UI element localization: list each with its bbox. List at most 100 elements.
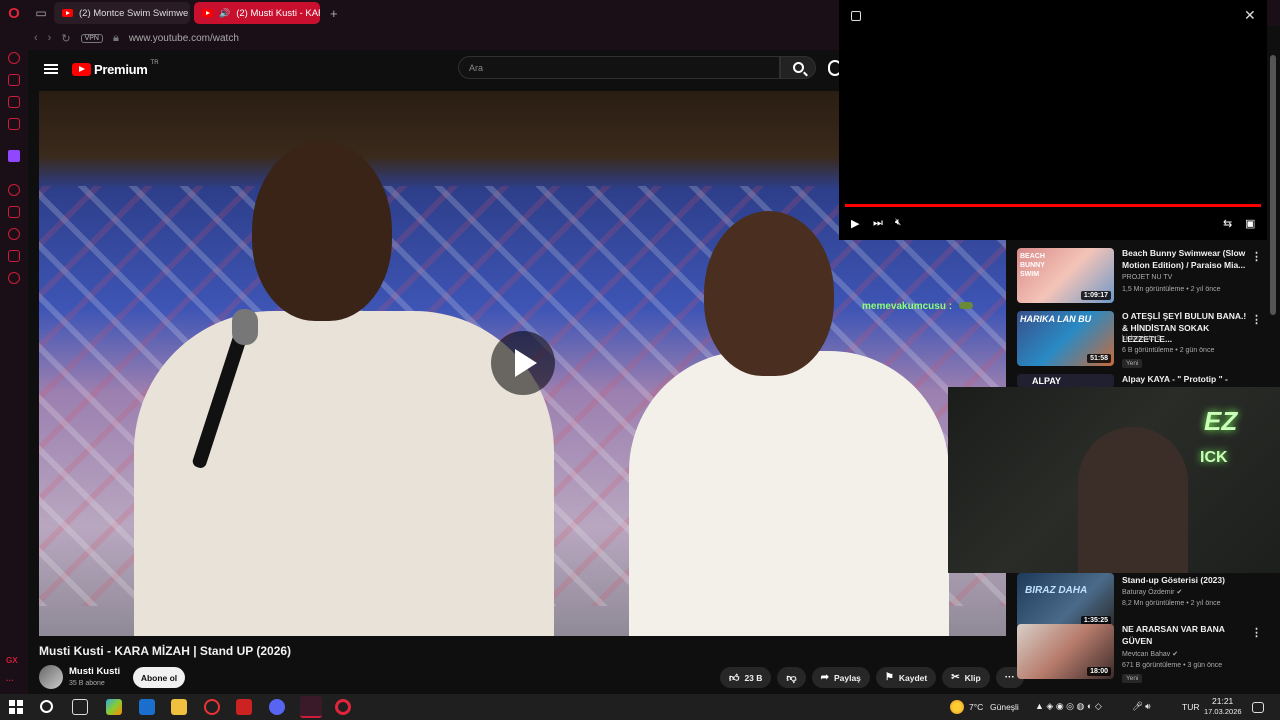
- rec-channel[interactable]: Baturay Özdemir ✔: [1122, 588, 1182, 596]
- video-editor-icon[interactable]: [236, 699, 252, 715]
- back-icon[interactable]: ‹: [34, 32, 38, 44]
- copilot-icon[interactable]: [106, 699, 122, 715]
- tray-system-icons[interactable]: 🎤︎ 🔊︎: [1132, 701, 1151, 712]
- recommendation-item[interactable]: BEACH BUNNY SWIM 1:09:17 Beach Bunny Swi…: [1017, 248, 1267, 306]
- chat-text: memevakumcusu :: [862, 301, 953, 312]
- discord-icon[interactable]: [269, 699, 285, 715]
- rec-title[interactable]: Stand-up Gösterisi (2023): [1122, 575, 1248, 587]
- verified-icon: ✔: [1176, 589, 1183, 596]
- forward-icon[interactable]: ›: [48, 32, 52, 44]
- subscribe-button[interactable]: Abone ol: [133, 667, 185, 688]
- pip-progress-bar[interactable]: [845, 204, 1261, 207]
- vpn-badge[interactable]: VPN: [80, 33, 103, 43]
- pip-player[interactable]: ✕ ▶ ⏭ 🔇︎ ⇆ ▣: [839, 0, 1267, 240]
- clip-label: Klip: [964, 672, 981, 683]
- duration: 51:58: [1087, 354, 1111, 363]
- thumbnail[interactable]: HARIKA LAN BU 51:58: [1017, 311, 1114, 366]
- play-icon[interactable]: ▶: [851, 217, 859, 230]
- messenger-icon[interactable]: [8, 96, 20, 108]
- new-tab-button[interactable]: +: [324, 6, 344, 21]
- recommendation-item[interactable]: 18:00 NE ARARSAN VAR BANA GÜVEN Mevtcan …: [1017, 624, 1267, 683]
- language-indicator[interactable]: TUR: [1182, 702, 1199, 712]
- thumbnail[interactable]: ALPAY: [1017, 374, 1114, 388]
- more-vert-icon[interactable]: ⋮: [1251, 313, 1262, 326]
- comedian-left: [134, 141, 554, 636]
- twitch-icon[interactable]: [8, 150, 20, 162]
- settings-icon[interactable]: [8, 272, 20, 284]
- save-button[interactable]: ⚑ Kaydet: [875, 667, 937, 688]
- rec-title[interactable]: Beach Bunny Swimwear (Slow Motion Editio…: [1122, 248, 1248, 271]
- tab-musti-kusti[interactable]: 🔊 (2) Musti Kusti - KARA: [194, 2, 320, 24]
- clip-button[interactable]: ✂ Klip: [942, 667, 990, 688]
- dislike-button[interactable]: 👎︎: [777, 667, 806, 688]
- next-icon[interactable]: ⏭: [873, 217, 883, 230]
- like-button[interactable]: 👍︎ 23 B: [720, 667, 772, 688]
- search-button[interactable]: [780, 56, 816, 79]
- recommendation-item[interactable]: HARIKA LAN BU 51:58 O ATEŞLİ ŞEYİ BULUN …: [1017, 311, 1267, 369]
- weather-temp[interactable]: 7°C: [969, 702, 983, 712]
- clock-date[interactable]: 17.03.2026: [1204, 707, 1242, 716]
- player-icon[interactable]: [8, 184, 20, 196]
- opera-icon[interactable]: [335, 699, 351, 715]
- rec-channel[interactable]: kickmeister5: [1122, 335, 1161, 342]
- mute-icon[interactable]: 🔇︎: [895, 217, 901, 228]
- page-scrollbar[interactable]: [1270, 55, 1276, 315]
- rec-title[interactable]: Alpay KAYA - " Prototip " -: [1122, 374, 1248, 386]
- gx-label[interactable]: GX: [6, 656, 18, 665]
- notifications-icon[interactable]: [1252, 702, 1264, 713]
- bookmark-icon[interactable]: [8, 206, 20, 218]
- switch-icon[interactable]: ⇆: [1223, 217, 1232, 230]
- address-bar: ‹ › ↻ VPN 🔒︎ www.youtube.com/watch: [0, 26, 840, 50]
- tab-montce-swim[interactable]: (2) Montce Swim Swimwe: [54, 2, 190, 24]
- app-icon[interactable]: [204, 699, 220, 715]
- lock-icon: 🔒︎: [112, 31, 119, 44]
- rec-title[interactable]: NE ARARSAN VAR BANA GÜVEN: [1122, 624, 1248, 647]
- channel-avatar[interactable]: [39, 665, 63, 689]
- recommendation-item[interactable]: ALPAY Alpay KAYA - " Prototip " -: [1017, 374, 1267, 388]
- close-icon[interactable]: ✕: [1244, 7, 1256, 24]
- fullscreen-icon[interactable]: ▣: [1245, 217, 1255, 230]
- extensions-icon[interactable]: [8, 250, 20, 262]
- play-icon[interactable]: [491, 331, 555, 395]
- url-field[interactable]: www.youtube.com/watch: [129, 33, 239, 44]
- menu-icon[interactable]: [44, 64, 58, 74]
- rec-channel[interactable]: Mevtcan Bahav ✔: [1122, 650, 1178, 658]
- more-vert-icon[interactable]: ⋮: [1251, 250, 1262, 263]
- news-icon[interactable]: [8, 118, 20, 130]
- youtube-favicon-icon: [62, 9, 73, 17]
- reload-icon[interactable]: ↻: [61, 32, 70, 45]
- search-icon[interactable]: [40, 700, 53, 713]
- search-input[interactable]: Ara: [458, 56, 780, 79]
- edge-icon[interactable]: [139, 699, 155, 715]
- ai-icon[interactable]: [8, 52, 20, 64]
- windows-start-icon[interactable]: [9, 700, 23, 714]
- logo-text: Premium: [94, 61, 148, 77]
- opera-logo-icon[interactable]: O: [0, 0, 28, 26]
- more-icon[interactable]: ···: [6, 676, 14, 685]
- thumbnail[interactable]: BEACH BUNNY SWIM 1:09:17: [1017, 248, 1114, 303]
- more-vert-icon[interactable]: ⋮: [1251, 626, 1262, 639]
- youtube-logo[interactable]: Premium TR: [72, 60, 159, 77]
- share-label: Paylaş: [833, 672, 861, 683]
- weather-desc[interactable]: Güneşli: [990, 702, 1019, 712]
- rec-channel[interactable]: PROJET NU TV: [1122, 274, 1172, 281]
- task-view-icon[interactable]: [72, 699, 88, 715]
- clock-time[interactable]: 21:21: [1212, 696, 1233, 706]
- tray-icons[interactable]: ▲ ◈ ◉ ◎ ◍ ◐ ◇: [1035, 701, 1102, 712]
- bag-icon[interactable]: [8, 74, 20, 86]
- file-explorer-icon[interactable]: [171, 699, 187, 715]
- back-to-tab-icon[interactable]: [851, 11, 861, 21]
- rec-channel-name: Baturay Özdemir: [1122, 589, 1175, 596]
- thumbnail[interactable]: BIRAZ DAHA 1:35:25: [1017, 573, 1114, 628]
- channel-name[interactable]: Musti Kusti: [69, 666, 120, 677]
- weather-icon[interactable]: [950, 700, 964, 714]
- tab-island-icon[interactable]: ▭: [28, 0, 54, 26]
- share-button[interactable]: ➦ Paylaş: [811, 667, 870, 688]
- thumbnail[interactable]: 18:00: [1017, 624, 1114, 679]
- opera-gx-icon[interactable]: [300, 696, 322, 718]
- rec-meta: 8,2 Mn görüntüleme • 2 yıl önce: [1122, 600, 1221, 607]
- save-label: Kaydet: [898, 672, 928, 683]
- history-icon[interactable]: [8, 228, 20, 240]
- recommendation-item[interactable]: BIRAZ DAHA 1:35:25 Stand-up Gösterisi (2…: [1017, 573, 1267, 631]
- thumbs-down-icon: 👎︎: [786, 672, 797, 684]
